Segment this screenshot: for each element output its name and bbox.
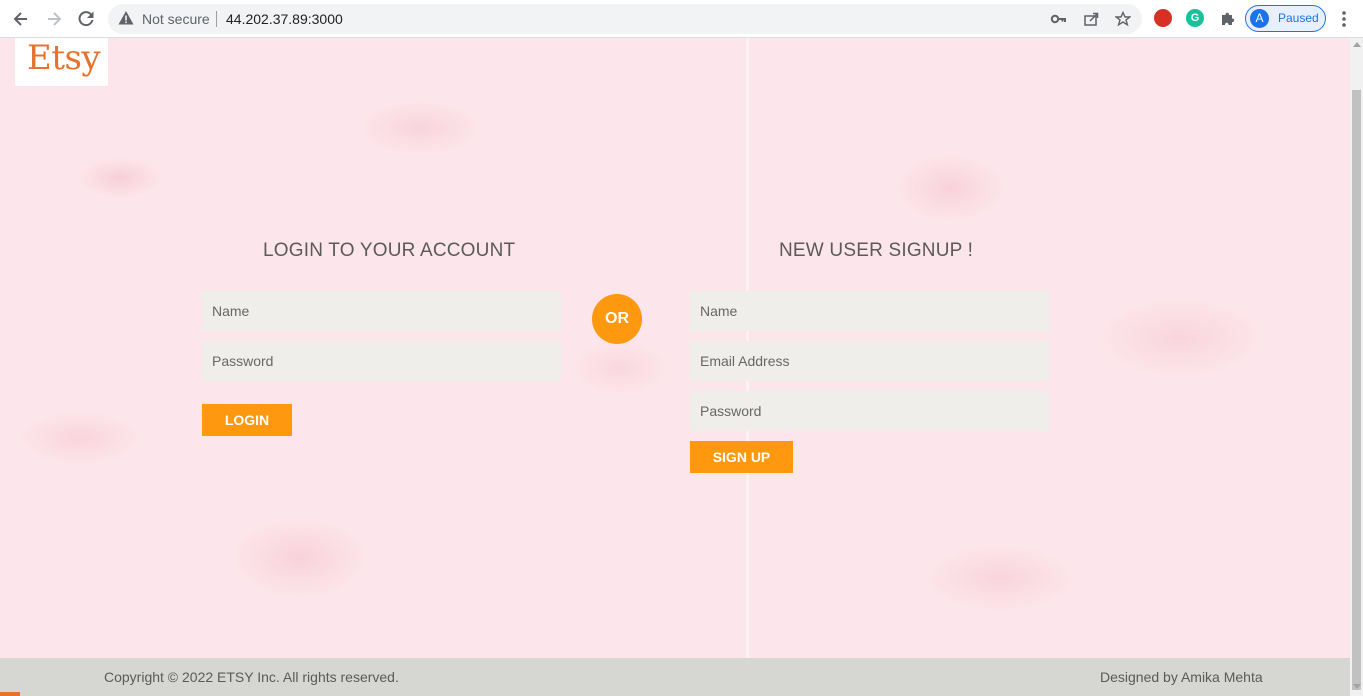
bottom-accent [0, 692, 20, 696]
address-bar[interactable]: Not secure 44.202.37.89:3000 [108, 4, 1142, 34]
scrollbar[interactable] [1350, 38, 1363, 696]
key-icon[interactable] [1048, 9, 1068, 29]
signup-button[interactable]: SIGN UP [690, 441, 793, 473]
avatar: A [1250, 9, 1269, 28]
star-icon[interactable] [1113, 9, 1133, 29]
share-icon[interactable] [1081, 9, 1101, 29]
login-heading: LOGIN TO YOUR ACCOUNT [263, 240, 516, 261]
or-divider: OR [592, 294, 642, 344]
puzzle-icon[interactable] [1215, 7, 1239, 31]
login-button[interactable]: LOGIN [202, 404, 292, 436]
menu-dots-icon[interactable] [1336, 9, 1352, 29]
copyright-text: Copyright © 2022 ETSY Inc. All rights re… [104, 669, 399, 685]
footer: Copyright © 2022 ETSY Inc. All rights re… [0, 658, 1350, 696]
scroll-thumb[interactable] [1352, 90, 1361, 690]
signup-email-input[interactable]: Email Address [690, 341, 1049, 381]
scroll-up-icon[interactable] [1353, 42, 1361, 47]
signup-heading: NEW USER SIGNUP ! [779, 240, 974, 261]
logo[interactable]: Etsy [15, 38, 108, 86]
login-name-input[interactable]: Name [202, 291, 561, 331]
scroll-down-icon[interactable] [1353, 684, 1361, 689]
designer-credit: Designed by Amika Mehta [1100, 669, 1263, 685]
signup-name-input[interactable]: Name [690, 291, 1049, 331]
browser-toolbar: Not secure 44.202.37.89:3000 G A Paused [0, 0, 1363, 38]
url-text[interactable]: 44.202.37.89:3000 [226, 11, 343, 27]
grammarly-icon[interactable]: G [1186, 9, 1204, 27]
profile-button[interactable]: A Paused [1245, 5, 1326, 32]
reload-icon[interactable] [74, 7, 98, 31]
extension-icon[interactable] [1154, 9, 1172, 27]
profile-status: Paused [1278, 11, 1319, 25]
page-content: Etsy LOGIN TO YOUR ACCOUNT Name Password… [0, 38, 1350, 658]
forward-arrow-icon[interactable] [42, 7, 66, 31]
warning-icon[interactable] [118, 10, 134, 31]
logo-text: Etsy [27, 38, 101, 78]
url-separator [216, 11, 217, 27]
security-label[interactable]: Not secure [142, 11, 210, 27]
login-password-input[interactable]: Password [202, 341, 561, 381]
back-arrow-icon[interactable] [9, 7, 33, 31]
signup-password-input[interactable]: Password [690, 391, 1049, 431]
